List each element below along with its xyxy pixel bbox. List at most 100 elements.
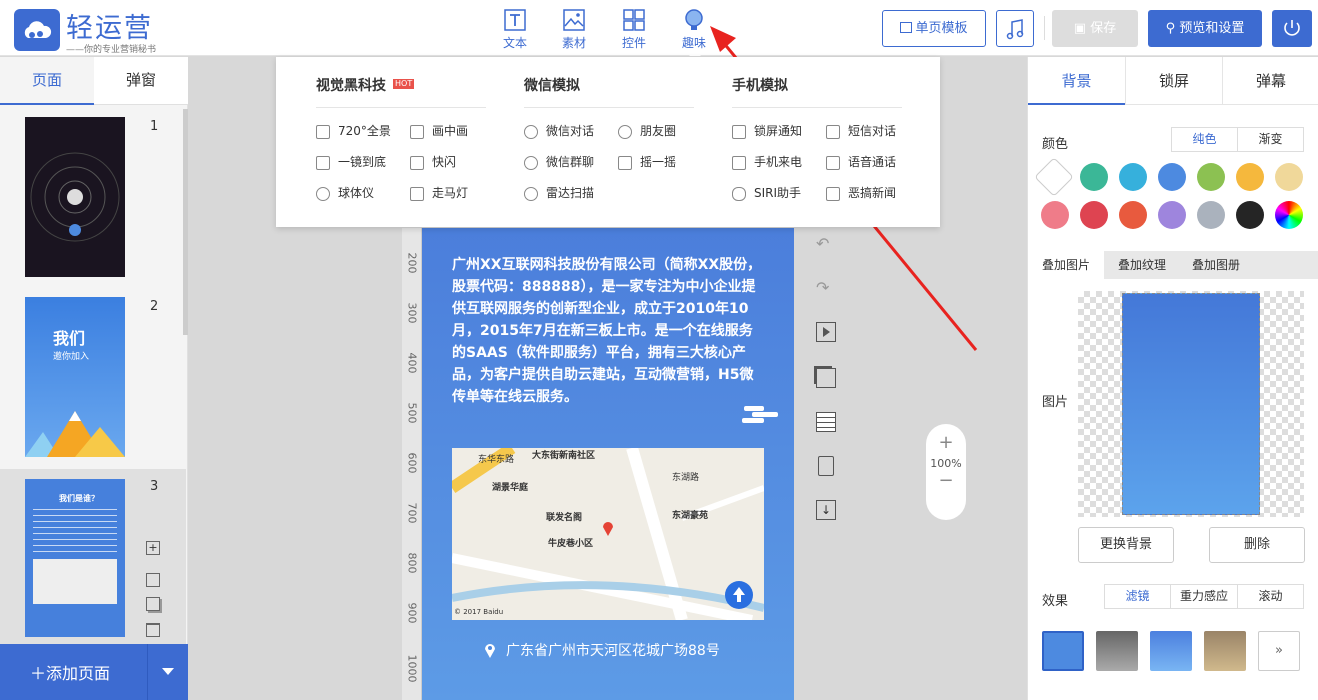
film-icon[interactable]	[816, 412, 836, 432]
ruler-tick: 1000	[405, 654, 419, 683]
more-filters-icon[interactable]: »	[1258, 631, 1300, 671]
solid-color-toggle[interactable]: 纯色	[1171, 127, 1238, 152]
menu-item-incoming-call[interactable]: 手机来电	[732, 154, 802, 170]
add-page-separator	[147, 644, 148, 700]
tab-barrage[interactable]: 弹幕	[1222, 57, 1318, 105]
tab-lockscreen[interactable]: 锁屏	[1125, 57, 1222, 105]
save-button[interactable]: ▣ 保存	[1052, 10, 1138, 47]
tool-widget[interactable]: 控件	[612, 8, 656, 50]
menu-item-lock-notification[interactable]: 锁屏通知	[732, 123, 802, 139]
filter-thumb-original[interactable]	[1042, 631, 1084, 671]
mobile-icon[interactable]	[818, 456, 834, 476]
tab-background[interactable]: 背景	[1028, 57, 1125, 105]
zoom-in-icon[interactable]: +	[926, 432, 966, 453]
tool-text[interactable]: 文本	[493, 8, 537, 50]
cloud-decoration-icon	[742, 406, 778, 423]
menu-item-carousel[interactable]: 走马灯	[410, 185, 468, 201]
color-swatch[interactable]	[1197, 163, 1225, 191]
zoom-out-icon[interactable]: −	[926, 470, 966, 491]
map-copyright: © 2017 Baidu	[454, 608, 504, 616]
tool-material-label: 素材	[561, 36, 586, 50]
voice-call-icon	[826, 155, 840, 170]
color-swatch[interactable]	[1080, 201, 1108, 229]
map-label: 东湖路	[672, 473, 700, 483]
layout-icon[interactable]	[146, 573, 160, 587]
music-button[interactable]	[996, 10, 1034, 47]
scroll-toggle[interactable]: 滚动	[1237, 584, 1304, 609]
tab-popups[interactable]: 弹窗	[94, 57, 188, 105]
menu-item-wechat-chat[interactable]: 微信对话	[524, 123, 594, 139]
tab-overlay-texture[interactable]: 叠加纹理	[1104, 251, 1180, 279]
address-text[interactable]: 广东省广州市天河区花城广场88号	[506, 640, 720, 660]
color-swatch[interactable]	[1236, 163, 1264, 191]
menu-item-voice-call[interactable]: 语音通话	[826, 154, 896, 170]
gravity-toggle[interactable]: 重力感应	[1170, 584, 1238, 609]
sms-icon	[826, 124, 840, 139]
menu-item-siri[interactable]: SIRI助手	[732, 185, 801, 201]
filter-thumb-sepia[interactable]	[1204, 631, 1246, 671]
lightning-icon	[410, 155, 424, 170]
color-swatch[interactable]	[1275, 163, 1303, 191]
menu-item-shake[interactable]: 摇一摇	[618, 154, 676, 170]
hot-badge: HOT	[393, 79, 415, 89]
filter-thumb-grayscale[interactable]	[1096, 631, 1138, 671]
filter-toggle[interactable]: 滤镜	[1104, 584, 1171, 609]
download-icon[interactable]: ↓	[816, 500, 836, 520]
background-image-preview[interactable]	[1078, 291, 1304, 517]
navigation-icon[interactable]	[724, 580, 754, 610]
color-swatch[interactable]	[1236, 201, 1264, 229]
tab-overlay-album[interactable]: 叠加图册	[1178, 251, 1254, 279]
menu-item-sms-chat[interactable]: 短信对话	[826, 123, 896, 139]
menu-item-moments[interactable]: 朋友圈	[618, 123, 676, 139]
color-swatch[interactable]	[1158, 163, 1186, 191]
page-thumbnail-2[interactable]: 我们 邀你加入	[25, 297, 125, 457]
menu-item-label: 走马灯	[432, 186, 469, 200]
map-widget[interactable]: 大东街新南社区 湖景华庭 联发名阁 牛皮巷小区 东湖豪苑 东湖路 东华东路 © …	[452, 448, 764, 620]
color-swatch[interactable]	[1041, 201, 1069, 229]
delete-button[interactable]: 删除	[1209, 527, 1305, 563]
menu-item-720-panorama[interactable]: 720°全景	[316, 123, 391, 139]
menu-item-wechat-group[interactable]: 微信群聊	[524, 154, 594, 170]
filter-thumb-bright[interactable]	[1150, 631, 1192, 671]
group-icon	[524, 155, 538, 170]
copy-icon[interactable]	[146, 597, 160, 611]
save-icon: ▣	[1073, 21, 1091, 36]
color-swatch[interactable]	[1119, 163, 1147, 191]
tab-pages[interactable]: 页面	[0, 57, 94, 105]
color-swatch[interactable]	[1119, 201, 1147, 229]
trash-icon[interactable]	[146, 623, 160, 637]
menu-item-picture-in-picture[interactable]: 画中画	[410, 123, 468, 139]
chevron-down-icon[interactable]	[162, 668, 174, 675]
page-list-scrollbar[interactable]	[183, 109, 188, 335]
tool-material[interactable]: 素材	[552, 8, 596, 50]
menu-item-label: 朋友圈	[640, 124, 677, 138]
color-swatch[interactable]	[1080, 163, 1108, 191]
layers-icon[interactable]	[816, 368, 836, 388]
divider	[524, 107, 694, 108]
gradient-toggle[interactable]: 渐变	[1237, 127, 1304, 152]
replace-background-button[interactable]: 更换背景	[1078, 527, 1174, 563]
tab-overlay-image[interactable]: 叠加图片	[1028, 251, 1104, 279]
menu-item-label: 微信对话	[546, 124, 595, 138]
color-picker-rainbow[interactable]	[1275, 201, 1303, 229]
menu-item-one-shot[interactable]: 一镜到底	[316, 154, 386, 170]
dropdown-heading: 视觉黑科技	[316, 78, 386, 94]
overlay-tabs: 叠加图片 叠加纹理 叠加图册	[1028, 251, 1318, 279]
color-swatch-white[interactable]	[1034, 157, 1074, 197]
menu-item-radar-scan[interactable]: 雷达扫描	[524, 185, 594, 201]
color-swatch[interactable]	[1158, 201, 1186, 229]
page-thumbnail-3[interactable]: 我们是谁？	[25, 479, 125, 637]
menu-item-label: 摇一摇	[640, 155, 677, 169]
add-icon[interactable]: +	[146, 541, 160, 555]
menu-item-prank-news[interactable]: 恶搞新闻	[826, 185, 896, 201]
crop-frame[interactable]	[1122, 293, 1260, 515]
page-thumbnail-1[interactable]	[25, 117, 125, 277]
power-button[interactable]	[1272, 10, 1312, 47]
menu-item-flash[interactable]: 快闪	[410, 154, 456, 170]
add-page-button[interactable]: ＋添加页面	[0, 644, 188, 700]
preview-settings-button[interactable]: ⚲ 预览和设置	[1148, 10, 1262, 47]
color-swatch[interactable]	[1197, 201, 1225, 229]
toolbar-divider	[1044, 16, 1045, 40]
map-pin-icon	[603, 522, 613, 536]
menu-item-globe[interactable]: 球体仪	[316, 185, 374, 201]
